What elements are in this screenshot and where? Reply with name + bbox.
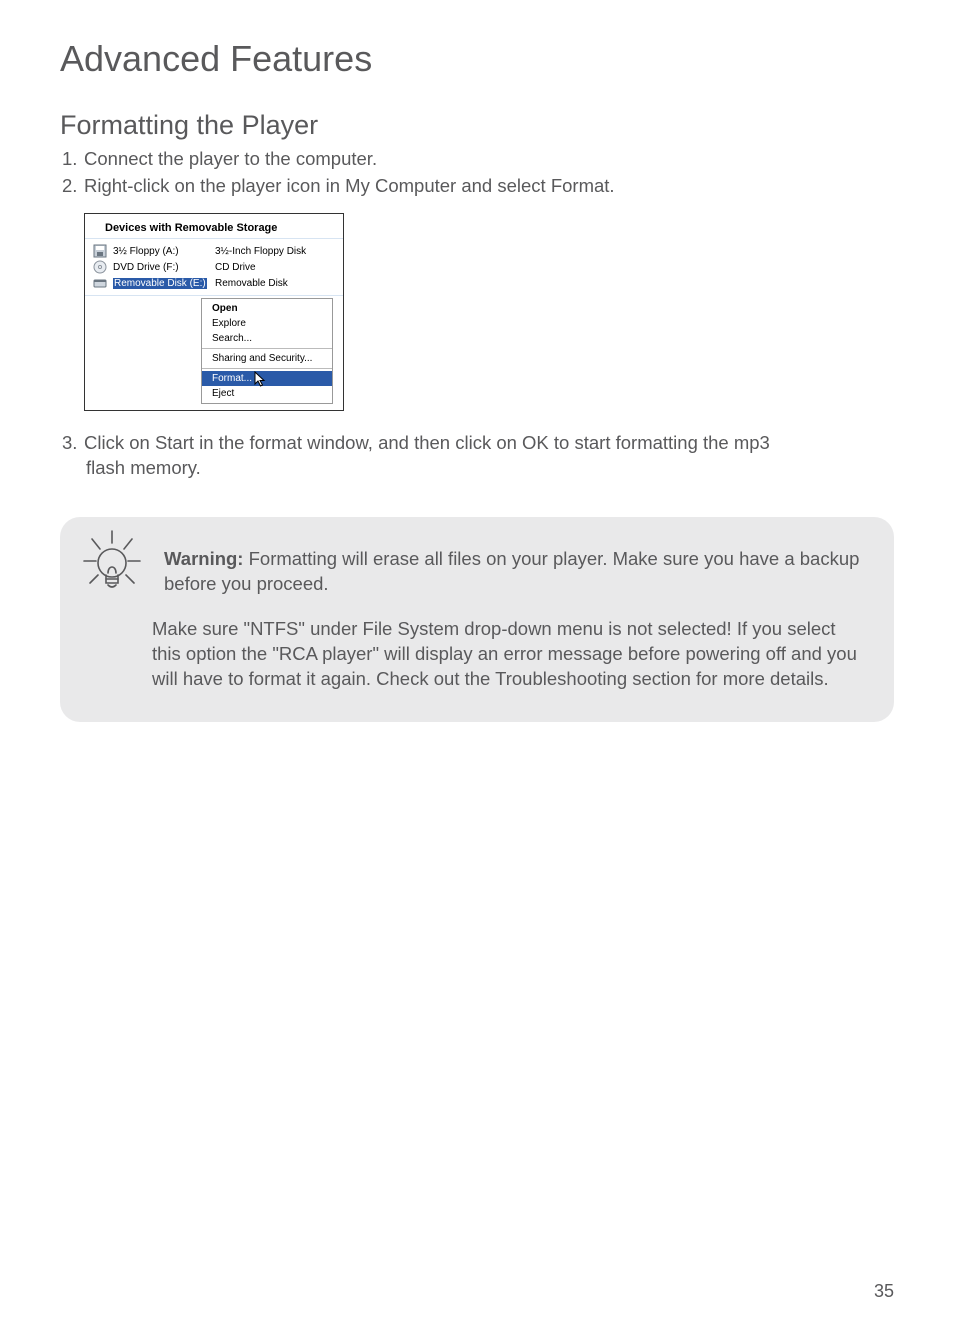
menu-item-eject[interactable]: Eject [202, 386, 332, 401]
step-1: 1.Connect the player to the computer. [62, 147, 894, 172]
list-item[interactable]: 3½ Floppy (A:) 3½-Inch Floppy Disk [85, 243, 343, 259]
menu-item-search[interactable]: Search... [202, 331, 332, 346]
cd-icon [93, 260, 107, 274]
section-title: Formatting the Player [60, 110, 894, 141]
step-number: 3. [62, 431, 84, 456]
lightbulb-icon [80, 529, 144, 607]
device-list: 3½ Floppy (A:) 3½-Inch Floppy Disk DVD D… [85, 239, 343, 296]
note-paragraph: Make sure "NTFS" under File System drop-… [152, 617, 862, 692]
device-name: 3½ Floppy (A:) [113, 245, 209, 258]
warning-text: Formatting will erase all files on your … [164, 548, 859, 594]
device-type: CD Drive [215, 261, 335, 274]
step-text: Connect the player to the computer. [84, 148, 377, 169]
list-item[interactable]: DVD Drive (F:) CD Drive [85, 259, 343, 275]
step-text: Click on Start in the format window, and… [84, 432, 770, 453]
menu-item-sharing[interactable]: Sharing and Security... [202, 351, 332, 366]
context-menu: Open Explore Search... Sharing and Secur… [201, 298, 333, 404]
list-item[interactable]: Removable Disk (E:) Removable Disk [85, 275, 343, 291]
removable-disk-icon [93, 276, 107, 290]
menu-item-explore[interactable]: Explore [202, 316, 332, 331]
menu-item-format[interactable]: Format... [202, 371, 332, 386]
step-text: Right-click on the player icon in My Com… [84, 175, 615, 196]
warning-paragraph: Warning: Formatting will erase all files… [164, 547, 862, 597]
explorer-heading: Devices with Removable Storage [85, 214, 343, 239]
explorer-window: Devices with Removable Storage 3½ Floppy… [84, 213, 344, 411]
step-2: 2.Right-click on the player icon in My C… [62, 174, 894, 199]
device-name: DVD Drive (F:) [113, 261, 209, 274]
device-type: Removable Disk [215, 277, 335, 290]
warning-label: Warning: [164, 548, 243, 569]
step-number: 1. [62, 147, 84, 172]
step-number: 2. [62, 174, 84, 199]
device-type: 3½-Inch Floppy Disk [215, 245, 335, 258]
device-name: Removable Disk (E:) [113, 277, 209, 290]
menu-item-open[interactable]: Open [202, 301, 332, 316]
step-text-cont: flash memory. [62, 456, 894, 481]
warning-callout: Warning: Formatting will erase all files… [60, 517, 894, 722]
floppy-icon [93, 244, 107, 258]
page-number: 35 [874, 1281, 894, 1302]
page-title: Advanced Features [60, 38, 894, 80]
step-3: 3.Click on Start in the format window, a… [60, 431, 894, 481]
